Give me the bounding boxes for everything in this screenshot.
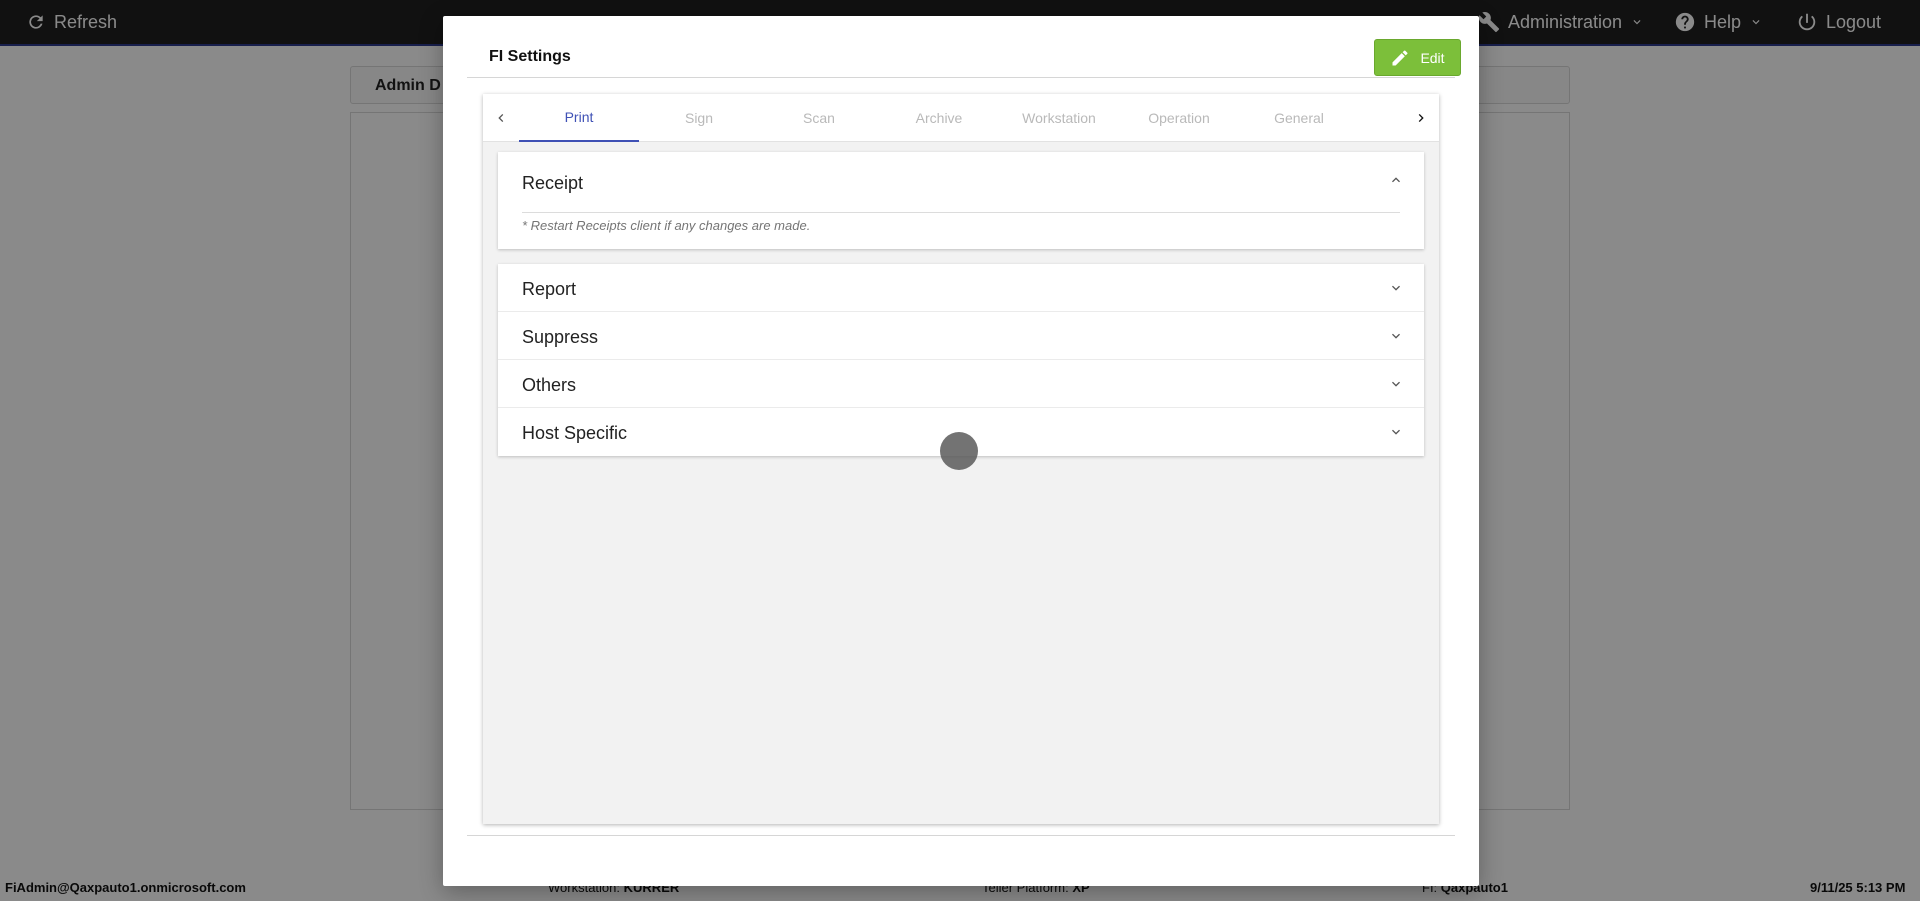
chevron-left-icon <box>498 114 504 122</box>
tabs-scroll-left[interactable] <box>483 94 519 142</box>
tab-label: Archive <box>915 110 963 126</box>
chevron-down-icon <box>1392 429 1400 435</box>
tab-operation[interactable]: Operation <box>1119 94 1239 142</box>
receipt-panel: Receipt * Restart Receipts client if any… <box>498 152 1424 249</box>
tab-label: Workstation <box>1022 110 1096 126</box>
cursor-indicator <box>940 432 978 470</box>
dialog-title: FI Settings <box>489 48 571 65</box>
dialog-header: FI Settings Edit <box>467 16 1461 78</box>
tab-scan[interactable]: Scan <box>759 94 879 142</box>
chevron-down-icon <box>1392 381 1400 387</box>
tab-general[interactable]: General <box>1239 94 1359 142</box>
tab-strip: Print Sign Scan Archive Workstation Oper… <box>519 94 1403 142</box>
tab-label: General <box>1274 110 1324 126</box>
tab-print[interactable]: Print <box>519 94 639 142</box>
section-title: Report <box>522 279 577 299</box>
section-title: Suppress <box>522 327 599 347</box>
others-section-header[interactable]: Others <box>498 360 1424 408</box>
tab-archive[interactable]: Archive <box>879 94 999 142</box>
tab-label: Print <box>564 109 594 125</box>
section-title: Others <box>522 375 577 395</box>
section-title: Host Specific <box>522 423 628 443</box>
tabs-scroll-right[interactable] <box>1403 94 1439 142</box>
tab-partial[interactable]: F <box>1359 94 1403 142</box>
tab-sign[interactable]: Sign <box>639 94 759 142</box>
tab-label: Scan <box>803 110 835 126</box>
dialog-footer-divider <box>467 835 1455 836</box>
edit-button[interactable]: Edit <box>1374 39 1461 76</box>
receipt-header[interactable]: Receipt <box>498 152 1424 208</box>
receipt-divider <box>522 212 1400 213</box>
receipt-title: Receipt <box>522 173 584 193</box>
pencil-icon <box>1392 49 1408 65</box>
suppress-section-header[interactable]: Suppress <box>498 312 1424 360</box>
tab-workstation[interactable]: Workstation <box>999 94 1119 142</box>
chevron-up-icon <box>1392 177 1400 183</box>
edit-label: Edit <box>1420 49 1445 66</box>
tab-label: Operation <box>1148 110 1210 126</box>
chevron-right-icon <box>1418 114 1424 122</box>
chevron-down-icon <box>1392 285 1400 291</box>
receipt-restart-note: * Restart Receipts client if any changes… <box>522 218 811 233</box>
tab-label: Sign <box>684 110 714 126</box>
collapsed-sections: Report Suppress Others Host Specific <box>498 264 1424 456</box>
report-section-header[interactable]: Report <box>498 264 1424 312</box>
chevron-down-icon <box>1392 333 1400 339</box>
settings-tabs: Print Sign Scan Archive Workstation Oper… <box>483 94 1439 142</box>
